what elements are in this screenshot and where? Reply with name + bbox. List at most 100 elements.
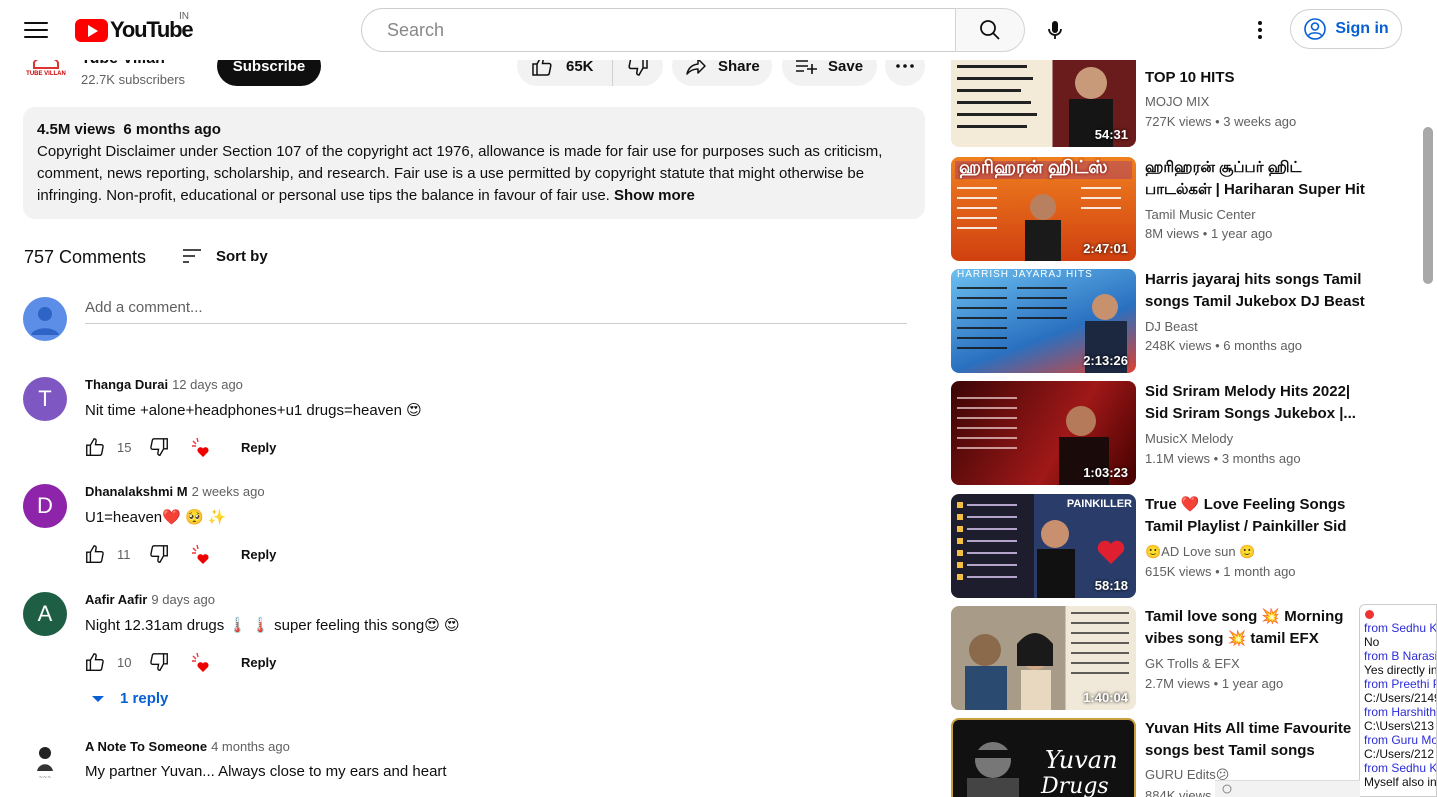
comment-actions: 10 Reply [83,650,276,674]
avatar-initial: T [38,386,52,411]
comment-time[interactable]: 12 days ago [172,377,243,392]
comment-author[interactable]: A Note To Someone [85,739,207,754]
thumbs-down-icon [150,653,168,671]
reply-button[interactable]: Reply [241,655,276,670]
reply-button[interactable]: Reply [241,440,276,455]
sort-comments-button[interactable]: Sort by [180,244,268,268]
video-views: 248K views [1145,338,1212,353]
comment-author[interactable]: Dhanalakshmi M [85,484,188,499]
video-channel[interactable]: Tamil Music Center [1145,207,1256,222]
video-channel[interactable]: GK Trolls & EFX [1145,656,1240,671]
video-stats: 8M views • 1 year ago [1145,226,1273,241]
search-icon [980,20,1000,40]
video-title[interactable]: TOP 10 HITS [1145,67,1367,89]
add-comment-input[interactable]: Add a comment... [85,296,907,324]
comment-author[interactable]: Thanga Durai [85,377,168,392]
search-button[interactable] [955,8,1025,52]
video-thumbnail[interactable]: Yuvan Drugs [951,718,1136,797]
recommended-video[interactable]: 1:03:23 Sid Sriram Melody Hits 2022| Sid… [951,381,1366,485]
like-count: 65K [566,57,594,75]
commenter-avatar[interactable]: ~~~ [23,739,67,783]
video-age: 1 year ago [1210,226,1273,241]
video-channel[interactable]: 🙂AD Love sun 🙂 [1145,544,1255,560]
video-age: 6 months ago [1223,338,1303,353]
sign-in-button[interactable]: Sign in [1290,9,1402,49]
menu-icon[interactable] [24,19,48,41]
thumbs-up-icon [86,653,104,671]
chat-popup[interactable]: from Sedhu K No from B Narasi Yes directly … [1359,604,1437,797]
voice-search-button[interactable] [1035,10,1075,50]
comment-dislike-button[interactable] [147,542,171,566]
chevron-down-icon [92,695,104,702]
comment-time[interactable]: 4 months ago [211,739,290,754]
commenter-avatar[interactable]: D [23,484,67,528]
settings-more-button[interactable] [1240,10,1280,50]
video-title[interactable]: ஹரிஹரன் சூப்பர் ஹிட் பாடல்கள் | Harihara… [1145,157,1367,201]
video-thumbnail[interactable]: ஹரிஹரன் ஹிட்ஸ் 2:47:01 [951,157,1136,261]
video-thumbnail[interactable]: HARRISH JAYARAJ HITS 2:13:26 [951,269,1136,373]
comment-like-count: 15 [117,439,132,455]
commenter-avatar[interactable]: T [23,377,67,421]
comment-thread: T Thanga Durai 12 days ago Nit time +alon… [23,377,923,467]
commenter-avatar[interactable]: A [23,592,67,636]
video-channel[interactable]: DJ Beast [1145,319,1198,334]
page-scrollbar[interactable] [1423,127,1433,284]
youtube-play-icon [75,18,108,42]
comment-text: Night 12.31am drugs 🌡️ 🌡️ super feeling … [85,617,460,634]
youtube-logo[interactable]: YouTube IN [75,11,194,43]
video-title[interactable]: Yuvan Hits All time Favourite songs best… [1145,718,1366,762]
vertical-dots-icon [1258,21,1262,39]
search-input[interactable]: Search [361,8,956,52]
recommended-video[interactable]: HARRISH JAYARAJ HITS 2:13:26 Harris jaya… [951,269,1366,373]
comment-author[interactable]: Aafir Aafir [85,592,147,607]
comment-header: A Note To Someone 4 months ago [85,739,290,754]
comment-like-button[interactable] [83,650,107,674]
sort-icon [183,249,201,263]
close-dot-icon[interactable] [1365,610,1374,619]
comment-actions: 11 Reply [83,542,276,566]
video-title[interactable]: Sid Sriram Melody Hits 2022| Sid Sriram … [1145,381,1367,425]
video-title[interactable]: Tamil love song 💥 Morning vibes song 💥 t… [1145,606,1367,650]
account-icon [1304,18,1327,40]
video-thumbnail[interactable]: 1:03:23 [951,381,1136,485]
description-meta: 4.5M views 6 months ago [37,119,911,141]
comment-header: Aafir Aafir 9 days ago [85,592,215,607]
comment-like-button[interactable] [83,542,107,566]
video-title[interactable]: Harris jayaraj hits songs Tamil songs Ta… [1145,269,1367,313]
video-duration: 54:31 [1094,127,1128,142]
comment-dislike-button[interactable] [147,650,171,674]
video-channel[interactable]: MusicX Melody [1145,431,1233,446]
default-avatar-icon [23,297,67,341]
recommended-video[interactable]: 1:40:04 Tamil love song 💥 Morning vibes … [951,606,1366,710]
video-views: 8M views [1145,226,1200,241]
video-age: 1 year ago [1221,676,1284,691]
comment-like-count: 11 [117,546,131,562]
recommended-video[interactable]: PAINKILLER 58:18 True ❤️ Love Feeling So… [951,494,1366,598]
description-body: Copyright Disclaimer under Section 107 o… [37,141,911,207]
video-stats: 248K views • 6 months ago [1145,338,1303,353]
video-stats: 1.1M views • 3 months ago [1145,451,1301,466]
comment-like-button[interactable] [83,435,107,459]
sketch-avatar-icon: ~~~ [37,747,53,781]
video-title[interactable]: True ❤️ Love Feeling Songs Tamil Playlis… [1145,494,1367,538]
comment-dislike-button[interactable] [147,435,171,459]
video-age: 3 weeks ago [1223,114,1297,129]
video-channel[interactable]: MOJO MIX [1145,94,1209,109]
show-more-link[interactable]: Show more [614,187,695,204]
video-thumbnail[interactable]: PAINKILLER 58:18 [951,494,1136,598]
chat-line: Myself also in [1364,775,1437,789]
creator-heart-icon [189,435,213,459]
comment-time[interactable]: 2 weeks ago [192,484,265,499]
description-text: Copyright Disclaimer under Section 107 o… [37,143,883,204]
comment-thread: ~~~ A Note To Someone 4 months ago My par… [23,739,923,797]
video-duration: 2:13:26 [1083,353,1128,368]
recommended-video[interactable]: ஹரிஹரன் ஹிட்ஸ் 2:47:01 ஹரிஹரன் சூப்பர் ஹ… [951,157,1366,261]
user-avatar [23,297,67,341]
reply-button[interactable]: Reply [241,547,276,562]
sign-in-label: Sign in [1335,20,1389,37]
comment-time[interactable]: 9 days ago [151,592,215,607]
avatar-initial: D [37,493,53,518]
video-thumbnail[interactable]: 1:40:04 [951,606,1136,710]
view-replies-button[interactable]: 1 reply [90,690,168,707]
video-description[interactable]: 4.5M views 6 months ago Copyright Disclai… [23,107,925,219]
